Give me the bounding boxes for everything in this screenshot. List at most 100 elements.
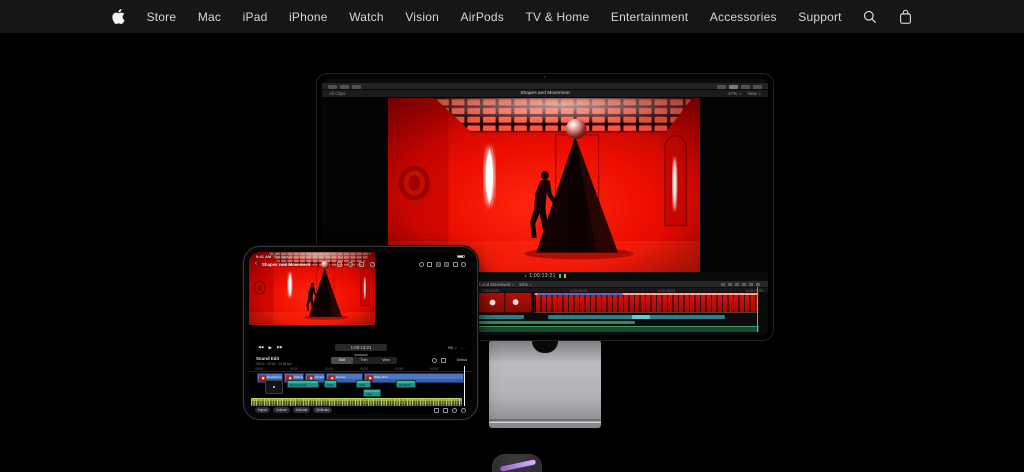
nav-item-watch[interactable]: Watch: [349, 10, 384, 24]
transport-controls: ◀◀ ▶ ▶▶ 1:00:13:21 HD ∨ …: [249, 343, 472, 353]
import-button[interactable]: Import: [255, 407, 270, 413]
clip-appearance-icon[interactable]: [749, 283, 753, 286]
jog-wheel-icon[interactable]: [419, 262, 424, 267]
options-icon[interactable]: [370, 262, 375, 267]
title-clip[interactable]: Line: [363, 389, 381, 397]
audio-lanes-icon[interactable]: [742, 283, 746, 286]
viewer-zoom-popup[interactable]: 47% ∨: [728, 91, 741, 96]
undo-icon[interactable]: [452, 408, 457, 413]
inspector-icon[interactable]: [453, 262, 458, 267]
section-subtitle: 00:01 – 02:04 · 23.98 fps: [256, 362, 291, 366]
solo-icon[interactable]: [735, 283, 739, 286]
play-icon[interactable]: ◂: [524, 274, 526, 278]
timeline-toggle-icon[interactable]: [444, 262, 449, 267]
background-tasks-button[interactable]: [352, 85, 361, 89]
help-icon[interactable]: [461, 262, 466, 267]
index-toggle-button[interactable]: [753, 85, 762, 89]
nav-item-ipad[interactable]: iPad: [243, 10, 268, 24]
segment-trim[interactable]: Trim: [353, 357, 375, 364]
audio-clip[interactable]: [475, 315, 524, 319]
timeline-zoom-popup[interactable]: 50% ∨: [519, 282, 531, 287]
title-clip[interactable]: Glow: [324, 380, 337, 388]
playhead[interactable]: [464, 366, 465, 406]
nav-item-accessories[interactable]: Accessories: [710, 10, 777, 24]
trash-icon[interactable]: [434, 408, 439, 413]
timecode-display: 1:00:13:21: [335, 344, 387, 351]
viewer-toggle-icon[interactable]: [436, 262, 441, 267]
title-clip[interactable]: Drift: [356, 380, 371, 388]
nav-item-vision[interactable]: Vision: [405, 10, 439, 24]
nav-item-airpods[interactable]: AirPods: [461, 10, 504, 24]
timeline-index-icon[interactable]: [756, 283, 760, 286]
transport-right: HD ∨ …: [448, 345, 465, 350]
timeline-toggle-button[interactable]: [729, 85, 738, 89]
fcp-mac-toolbar-right: [717, 85, 762, 89]
more-button[interactable]: …: [461, 345, 465, 350]
fcp-mac-subbar: All Clips Shapes and Movement 47% ∨ View…: [322, 90, 768, 97]
title-clip[interactable]: Gradient: [396, 380, 416, 388]
quality-popup[interactable]: HD ∨: [448, 345, 457, 350]
studio-display-stand: [489, 341, 601, 428]
fcp-ipad-screen: 9:41 AM Tue Apr 1 ‹ Shapes And Movement …: [249, 252, 472, 413]
current-timecode: 1:00:13:21: [529, 273, 556, 279]
snap-icon[interactable]: [441, 358, 446, 363]
browser-toggle-button[interactable]: [717, 85, 726, 89]
nav-item-tv-home[interactable]: TV & Home: [526, 10, 590, 24]
ipad-status-bar: 9:41 AM Tue Apr 1: [249, 252, 472, 260]
audio-clip[interactable]: [475, 321, 635, 324]
nav-item-support[interactable]: Support: [798, 10, 841, 24]
select-button[interactable]: Select: [456, 358, 467, 362]
snapping-icon[interactable]: [728, 283, 732, 286]
video-clip[interactable]: [475, 292, 532, 313]
volume-button[interactable]: Volume: [273, 407, 290, 413]
audio-track[interactable]: [251, 398, 462, 406]
play-icon[interactable]: ▶: [269, 345, 273, 351]
chevron-down-icon: ∨: [738, 92, 741, 96]
nav-item-store[interactable]: Store: [147, 10, 177, 24]
skip-back-icon[interactable]: ◀◀: [258, 345, 264, 351]
apple-logo-icon[interactable]: [112, 9, 125, 24]
keyword-editor-button[interactable]: [340, 85, 349, 89]
timeline-section-header: Sound Edit 00:01 – 02:04 · 23.98 fps Edi…: [249, 356, 472, 365]
music-track[interactable]: [475, 326, 759, 332]
fcp-mac-toolbar-left: [328, 85, 361, 89]
skip-forward-icon[interactable]: ▶▶: [277, 345, 283, 351]
browser-icon[interactable]: [427, 262, 432, 267]
rotate-icon[interactable]: [348, 262, 353, 267]
playhead[interactable]: [757, 287, 758, 332]
redo-icon[interactable]: [461, 408, 466, 413]
ipad: 9:41 AM Tue Apr 1 ‹ Shapes And Movement …: [243, 246, 478, 420]
status-time: 9:41 AM Tue Apr 1: [256, 254, 291, 259]
snapshot-icon[interactable]: [443, 408, 448, 413]
bag-icon[interactable]: [899, 9, 912, 25]
project-title-popup[interactable]: Shapes And Movement ∨: [262, 262, 314, 267]
ruler-tick: 00:30: [430, 367, 438, 371]
audio-meter-left: [559, 274, 561, 278]
segment-edit[interactable]: Edit: [331, 357, 353, 364]
video-clip[interactable]: [534, 292, 759, 313]
multicam-button[interactable]: Multicam: [313, 407, 332, 413]
skimming-icon[interactable]: [721, 283, 725, 286]
viewer-view-popup[interactable]: View ∨: [747, 91, 761, 96]
visibility-icon[interactable]: [432, 358, 437, 363]
audio-clip[interactable]: [548, 315, 725, 319]
header-icons: [432, 358, 446, 363]
nav-item-entertainment[interactable]: Entertainment: [611, 10, 688, 24]
gap-clip[interactable]: [265, 380, 283, 394]
segment-view[interactable]: View: [375, 357, 397, 364]
nav-item-mac[interactable]: Mac: [198, 10, 221, 24]
import-media-button[interactable]: [328, 85, 337, 89]
nav-item-iphone[interactable]: iPhone: [289, 10, 328, 24]
search-icon[interactable]: [863, 10, 877, 24]
chevron-down-icon: ∨: [455, 346, 457, 350]
inspector-toggle-button[interactable]: [741, 85, 750, 89]
back-button[interactable]: ‹: [255, 260, 257, 269]
animate-button[interactable]: Animate: [293, 407, 311, 413]
ruler-tick: 00:10: [290, 367, 298, 371]
hero-section: All Clips Shapes and Movement 47% ∨ View…: [0, 33, 1024, 472]
toolbar-center-icons: [337, 262, 375, 267]
share-icon[interactable]: [337, 262, 342, 267]
title-clip[interactable]: Basic Lower: [287, 380, 319, 388]
audio-meter-right: [564, 274, 566, 278]
mic-icon[interactable]: [359, 262, 364, 267]
